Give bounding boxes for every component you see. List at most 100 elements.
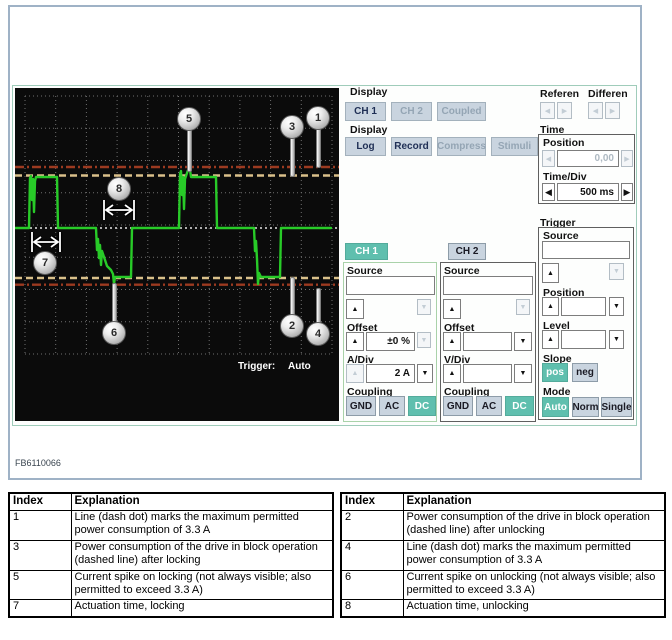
callout-3-number: 3 bbox=[289, 121, 295, 133]
mode-auto-button[interactable]: Auto bbox=[542, 397, 569, 417]
index-cell: 8 bbox=[341, 600, 403, 617]
table-row: 5 Current spike on locking (not always v… bbox=[9, 570, 333, 600]
display-modes-label: Display bbox=[350, 124, 387, 136]
callout-5: 5 bbox=[177, 107, 201, 131]
explanation-cell: Current spike on locking (not always vis… bbox=[71, 570, 333, 600]
slope-pos-button[interactable]: pos bbox=[542, 363, 568, 382]
index-cell: 2 bbox=[341, 511, 403, 541]
up-arrow-icon: ▲ bbox=[352, 306, 359, 313]
figure-code-label: FB6110066 bbox=[15, 458, 61, 468]
stimuli-button[interactable]: Stimuli bbox=[491, 137, 538, 156]
ch2-source-down-button[interactable]: ▼ bbox=[516, 299, 530, 315]
table-row: 2 Power consumption of the drive in bloc… bbox=[341, 511, 665, 541]
explanation-cell: Actuation time, locking bbox=[71, 600, 333, 617]
left-arrow-icon: ◀ bbox=[593, 107, 598, 115]
ch2-vdiv-up-button[interactable]: ▲ bbox=[443, 364, 461, 383]
left-arrow-icon: ◀ bbox=[545, 107, 550, 115]
table-row: 8 Actuation time, unlocking bbox=[341, 600, 665, 617]
trigger-status-label: Trigger: bbox=[238, 361, 275, 372]
trigger-status-value: Auto bbox=[288, 361, 311, 372]
record-button[interactable]: Record bbox=[391, 137, 432, 156]
trigger-source-up-button[interactable]: ▲ bbox=[542, 263, 559, 283]
ch2-source-field[interactable] bbox=[443, 276, 533, 295]
timediv-decrease-button[interactable]: ◀ bbox=[542, 183, 555, 201]
callout-7-number: 7 bbox=[42, 257, 48, 269]
ch1-adiv-up-button[interactable]: ▲ bbox=[346, 364, 364, 383]
timediv-increase-button[interactable]: ▶ bbox=[621, 183, 633, 201]
timediv-label: Time/Div bbox=[543, 171, 587, 183]
table-row: 6 Current spike on unlocking (not always… bbox=[341, 570, 665, 600]
time-position-decrease-button[interactable]: ◀ bbox=[542, 150, 555, 167]
ch1-source-down-button[interactable]: ▼ bbox=[417, 299, 431, 315]
mode-norm-button[interactable]: Norm bbox=[572, 397, 599, 417]
time-position-field[interactable]: 0,00 bbox=[557, 150, 619, 167]
ch2-offset-up-button[interactable]: ▲ bbox=[443, 332, 461, 351]
ch1-offset-down-button[interactable]: ▼ bbox=[417, 332, 431, 348]
down-arrow-icon: ▼ bbox=[520, 338, 527, 345]
ch2-vdiv-field[interactable] bbox=[463, 364, 512, 383]
ch2-vdiv-down-button[interactable]: ▼ bbox=[514, 364, 532, 383]
up-arrow-icon: ▲ bbox=[547, 270, 554, 277]
explanation-cell: Power consumption of the drive in block … bbox=[403, 511, 665, 541]
trigger-source-field[interactable] bbox=[542, 241, 630, 259]
ch2-tab[interactable]: CH 2 bbox=[448, 243, 486, 260]
ch2-offset-field[interactable] bbox=[463, 332, 512, 351]
slope-neg-button[interactable]: neg bbox=[572, 363, 598, 382]
table-row: 4 Line (dash dot) marks the maximum perm… bbox=[341, 540, 665, 570]
down-arrow-icon: ▼ bbox=[613, 268, 620, 275]
ch2-offset-down-button[interactable]: ▼ bbox=[514, 332, 532, 351]
ch2-coupling-gnd-button[interactable]: GND bbox=[443, 396, 473, 416]
ch1-coupling-gnd-button[interactable]: GND bbox=[346, 396, 376, 416]
ch2-source-up-button[interactable]: ▲ bbox=[443, 299, 461, 319]
trigger-source-down-button[interactable]: ▼ bbox=[609, 263, 624, 280]
trigger-level-up-button[interactable]: ▲ bbox=[542, 330, 559, 349]
log-button[interactable]: Log bbox=[345, 137, 386, 156]
callout-5-number: 5 bbox=[186, 113, 192, 125]
callout-8: 8 bbox=[107, 177, 131, 201]
index-cell: 3 bbox=[9, 540, 71, 570]
callout-2: 2 bbox=[280, 314, 304, 338]
ch2-coupling-ac-button[interactable]: AC bbox=[476, 396, 502, 416]
coupled-button[interactable]: Coupled bbox=[437, 102, 486, 121]
left-arrow-icon: ◀ bbox=[545, 187, 552, 198]
trigger-level-field[interactable] bbox=[561, 330, 606, 349]
waveform-trace bbox=[15, 170, 331, 284]
explanation-header: Explanation bbox=[403, 493, 665, 511]
ch2-display-button[interactable]: CH 2 bbox=[391, 102, 432, 121]
ch1-coupling-dc-button[interactable]: DC bbox=[408, 396, 436, 416]
ch1-adiv-down-button[interactable]: ▼ bbox=[417, 364, 433, 383]
ch1-display-button[interactable]: CH 1 bbox=[345, 102, 386, 121]
ch1-offset-field[interactable]: ±0 % bbox=[366, 332, 415, 351]
difference-label: Differen bbox=[588, 88, 628, 100]
trigger-position-up-button[interactable]: ▲ bbox=[542, 297, 559, 316]
ch2-coupling-dc-button[interactable]: DC bbox=[505, 396, 534, 416]
mode-single-button[interactable]: Single bbox=[601, 397, 632, 417]
right-arrow-icon: ▶ bbox=[610, 107, 615, 115]
trigger-level-down-button[interactable]: ▼ bbox=[609, 330, 624, 349]
explanation-cell: Line (dash dot) marks the maximum permit… bbox=[403, 540, 665, 570]
index-cell: 5 bbox=[9, 570, 71, 600]
display-channels-label: Display bbox=[350, 86, 387, 98]
timediv-field[interactable]: 500 ms bbox=[557, 183, 619, 201]
ch1-coupling-ac-button[interactable]: AC bbox=[379, 396, 405, 416]
difference-next-button[interactable]: ▶ bbox=[605, 102, 620, 119]
ch1-adiv-field[interactable]: 2 A bbox=[366, 364, 415, 383]
reference-next-button[interactable]: ▶ bbox=[557, 102, 572, 119]
table-row: 7 Actuation time, locking bbox=[9, 600, 333, 617]
up-arrow-icon: ▲ bbox=[352, 370, 359, 377]
ch1-source-up-button[interactable]: ▲ bbox=[346, 299, 364, 319]
up-arrow-icon: ▲ bbox=[449, 338, 456, 345]
time-position-increase-button[interactable]: ▶ bbox=[621, 150, 633, 167]
callout-1: 1 bbox=[306, 106, 330, 130]
ch1-offset-up-button[interactable]: ▲ bbox=[346, 332, 364, 351]
up-arrow-icon: ▲ bbox=[547, 303, 554, 310]
ch1-source-field[interactable] bbox=[346, 276, 435, 295]
reference-prev-button[interactable]: ◀ bbox=[540, 102, 555, 119]
compress-button[interactable]: Compress bbox=[437, 137, 486, 156]
trigger-position-down-button[interactable]: ▼ bbox=[609, 297, 624, 316]
callout-2-number: 2 bbox=[289, 320, 295, 332]
explanation-cell: Current spike on unlocking (not always v… bbox=[403, 570, 665, 600]
trigger-position-field[interactable] bbox=[561, 297, 606, 316]
difference-prev-button[interactable]: ◀ bbox=[588, 102, 603, 119]
ch1-tab[interactable]: CH 1 bbox=[345, 243, 388, 260]
